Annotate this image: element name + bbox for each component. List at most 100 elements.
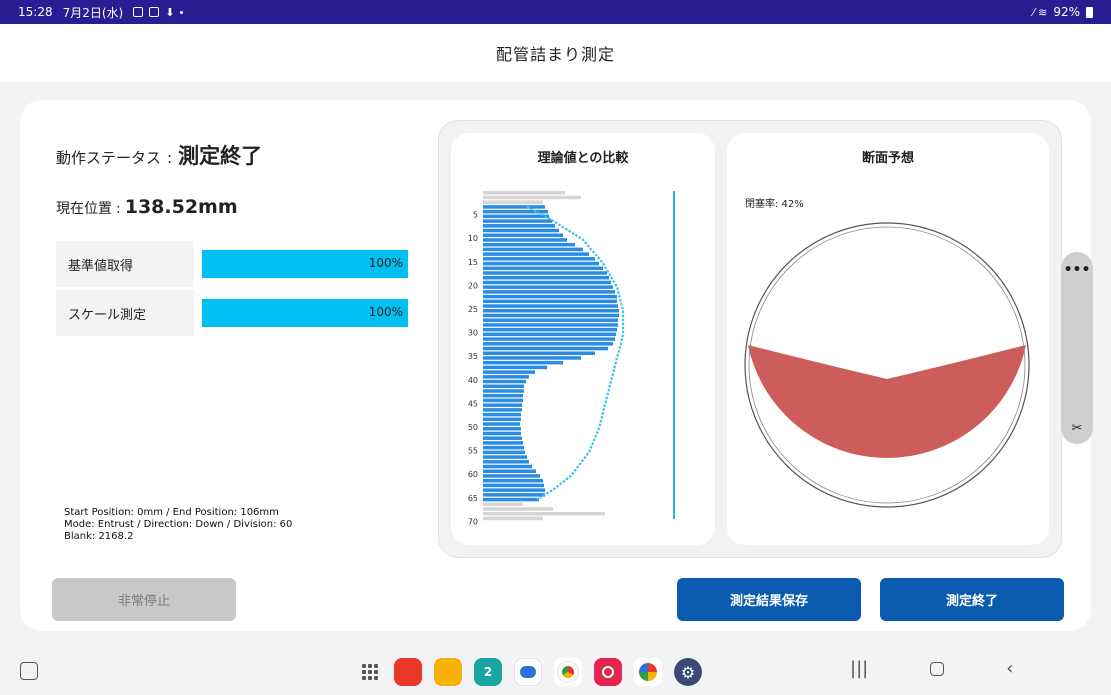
status-date: 7月2日(水) [62, 5, 124, 20]
y-tick-label: 35 [468, 352, 478, 361]
bar-measured [483, 493, 545, 497]
bar-measured [483, 280, 611, 285]
cross-section-panel: 断面予想 閉塞率: 42% [727, 133, 1049, 545]
comparison-panel: 理論値との比較 5 10 15 20 25 30 35 40 45 50 55 60 65 70 [451, 133, 715, 545]
y-tick-label: 20 [468, 281, 478, 290]
current-position-separator: : [116, 201, 121, 217]
bar-outside [483, 191, 565, 195]
bar-outside [483, 200, 543, 204]
bar-measured [483, 294, 617, 299]
bar-measured [483, 360, 563, 365]
status-bar: 15:28 7月2日(水) ⬇ ⁄ ≋ 92% [0, 0, 1111, 24]
chat-app-icon[interactable] [514, 658, 542, 686]
bar-measured [483, 412, 521, 417]
operation-status-separator: : [167, 149, 173, 167]
main-card: 動作ステータス : 測定終了 現在位置 : 138.52mm 基準値取得 100… [20, 100, 1091, 631]
y-tick-label: 15 [468, 258, 478, 267]
y-tick-label: 65 [468, 494, 478, 503]
bar-measured [483, 436, 522, 440]
bar-measured [483, 379, 526, 384]
y-tick-label: 55 [468, 447, 478, 456]
progress-label: スケール測定 [56, 290, 194, 336]
blockage-area [748, 345, 1026, 458]
calendar-app-icon[interactable]: 2 [474, 658, 502, 686]
bar-measured [483, 478, 543, 483]
info-line: Start Position: 0mm / End Position: 106m… [64, 507, 279, 518]
charts-container: 理論値との比較 5 10 15 20 25 30 35 40 45 50 55 60 65 70 断面予想… [438, 120, 1062, 558]
progress-row-scale: スケール測定 100% [56, 290, 408, 336]
bar-measured [483, 417, 521, 422]
signal-icon: ⁄ ≋ [1032, 5, 1048, 19]
comparison-chart: 5 10 15 20 25 30 35 40 45 50 55 60 65 70 [468, 191, 675, 526]
bar-measured [483, 285, 613, 289]
info-line: Mode: Entrust / Direction: Down / Divisi… [64, 519, 293, 530]
bar-measured [483, 393, 523, 398]
progress-percent: 100% [368, 256, 403, 270]
bar-measured [483, 460, 529, 464]
bar-measured [483, 488, 545, 492]
calendar-day: 2 [483, 665, 493, 679]
y-tick-label: 30 [468, 329, 478, 338]
bar-measured [483, 252, 589, 256]
status-time: 15:28 [18, 5, 53, 19]
measurement-info: Start Position: 0mm / End Position: 106m… [64, 507, 292, 543]
bar-measured [483, 233, 563, 237]
bar-measured [483, 422, 520, 426]
progress-percent: 100% [368, 305, 403, 319]
bar-measured [483, 445, 524, 450]
y-tick-label: 40 [468, 376, 478, 385]
operation-status: 動作ステータス : 測定終了 [56, 140, 262, 170]
info-line: Blank: 2168.2 [64, 531, 134, 542]
page-title: 配管詰まり測定 [495, 45, 615, 64]
y-tick-label: 25 [468, 305, 478, 314]
bar-measured [483, 271, 607, 275]
system-nav-buttons: ||| ‹ [850, 658, 1013, 679]
bar-measured [483, 469, 536, 473]
side-panel-handle[interactable]: ••• ✂ [1061, 252, 1093, 444]
back-icon[interactable]: ‹ [1006, 658, 1013, 679]
recent-apps-icon[interactable]: ||| [850, 658, 868, 679]
bar-measured [483, 304, 618, 308]
save-results-button[interactable]: 測定結果保存 [677, 578, 861, 621]
bar-measured [483, 299, 617, 304]
download-icon: ⬇ [165, 5, 175, 19]
bar-measured [483, 318, 618, 322]
bar-measured [483, 323, 618, 327]
bar-measured [483, 247, 583, 252]
navigation-bar: 2 ⚙ ||| ‹ [0, 648, 1111, 695]
operation-status-value: 測定終了 [178, 144, 263, 168]
battery-text: 92% [1053, 5, 1080, 19]
camera-app-icon[interactable] [594, 658, 622, 686]
photos-app-icon[interactable] [634, 658, 662, 686]
bar-measured [483, 224, 555, 228]
bar-measured [483, 346, 608, 351]
bar-measured [483, 474, 540, 478]
emergency-stop-button[interactable]: 非常停止 [52, 578, 236, 621]
gallery-icon [133, 7, 144, 17]
app-drawer-icon[interactable] [362, 664, 378, 680]
keyboard-icon[interactable] [20, 662, 38, 680]
bar-measured [483, 266, 603, 271]
bar-measured [483, 327, 617, 332]
contacts-icon [149, 7, 160, 17]
cross-section-chart [744, 222, 1030, 508]
sticky-note-app-icon[interactable] [394, 658, 422, 686]
bar-measured [483, 261, 599, 266]
y-tick-label: 50 [468, 423, 478, 432]
chrome-app-icon[interactable] [554, 658, 582, 686]
bar-measured [483, 403, 522, 407]
bar-measured [483, 483, 544, 488]
bar-measured [483, 205, 545, 209]
folder-app-icon[interactable] [434, 658, 462, 686]
y-tick-label: 5 [473, 211, 478, 220]
scissors-icon[interactable]: ✂ [1061, 421, 1093, 436]
notification-icons: ⬇ [133, 5, 184, 19]
bar-measured [483, 384, 524, 389]
settings-app-icon[interactable]: ⚙ [674, 658, 702, 686]
home-icon[interactable] [930, 661, 945, 676]
bar-measured [483, 450, 525, 455]
more-icon[interactable]: ••• [1061, 262, 1093, 278]
bar-measured [483, 497, 539, 502]
bar-measured [483, 242, 575, 247]
end-measurement-button[interactable]: 測定終了 [880, 578, 1064, 621]
